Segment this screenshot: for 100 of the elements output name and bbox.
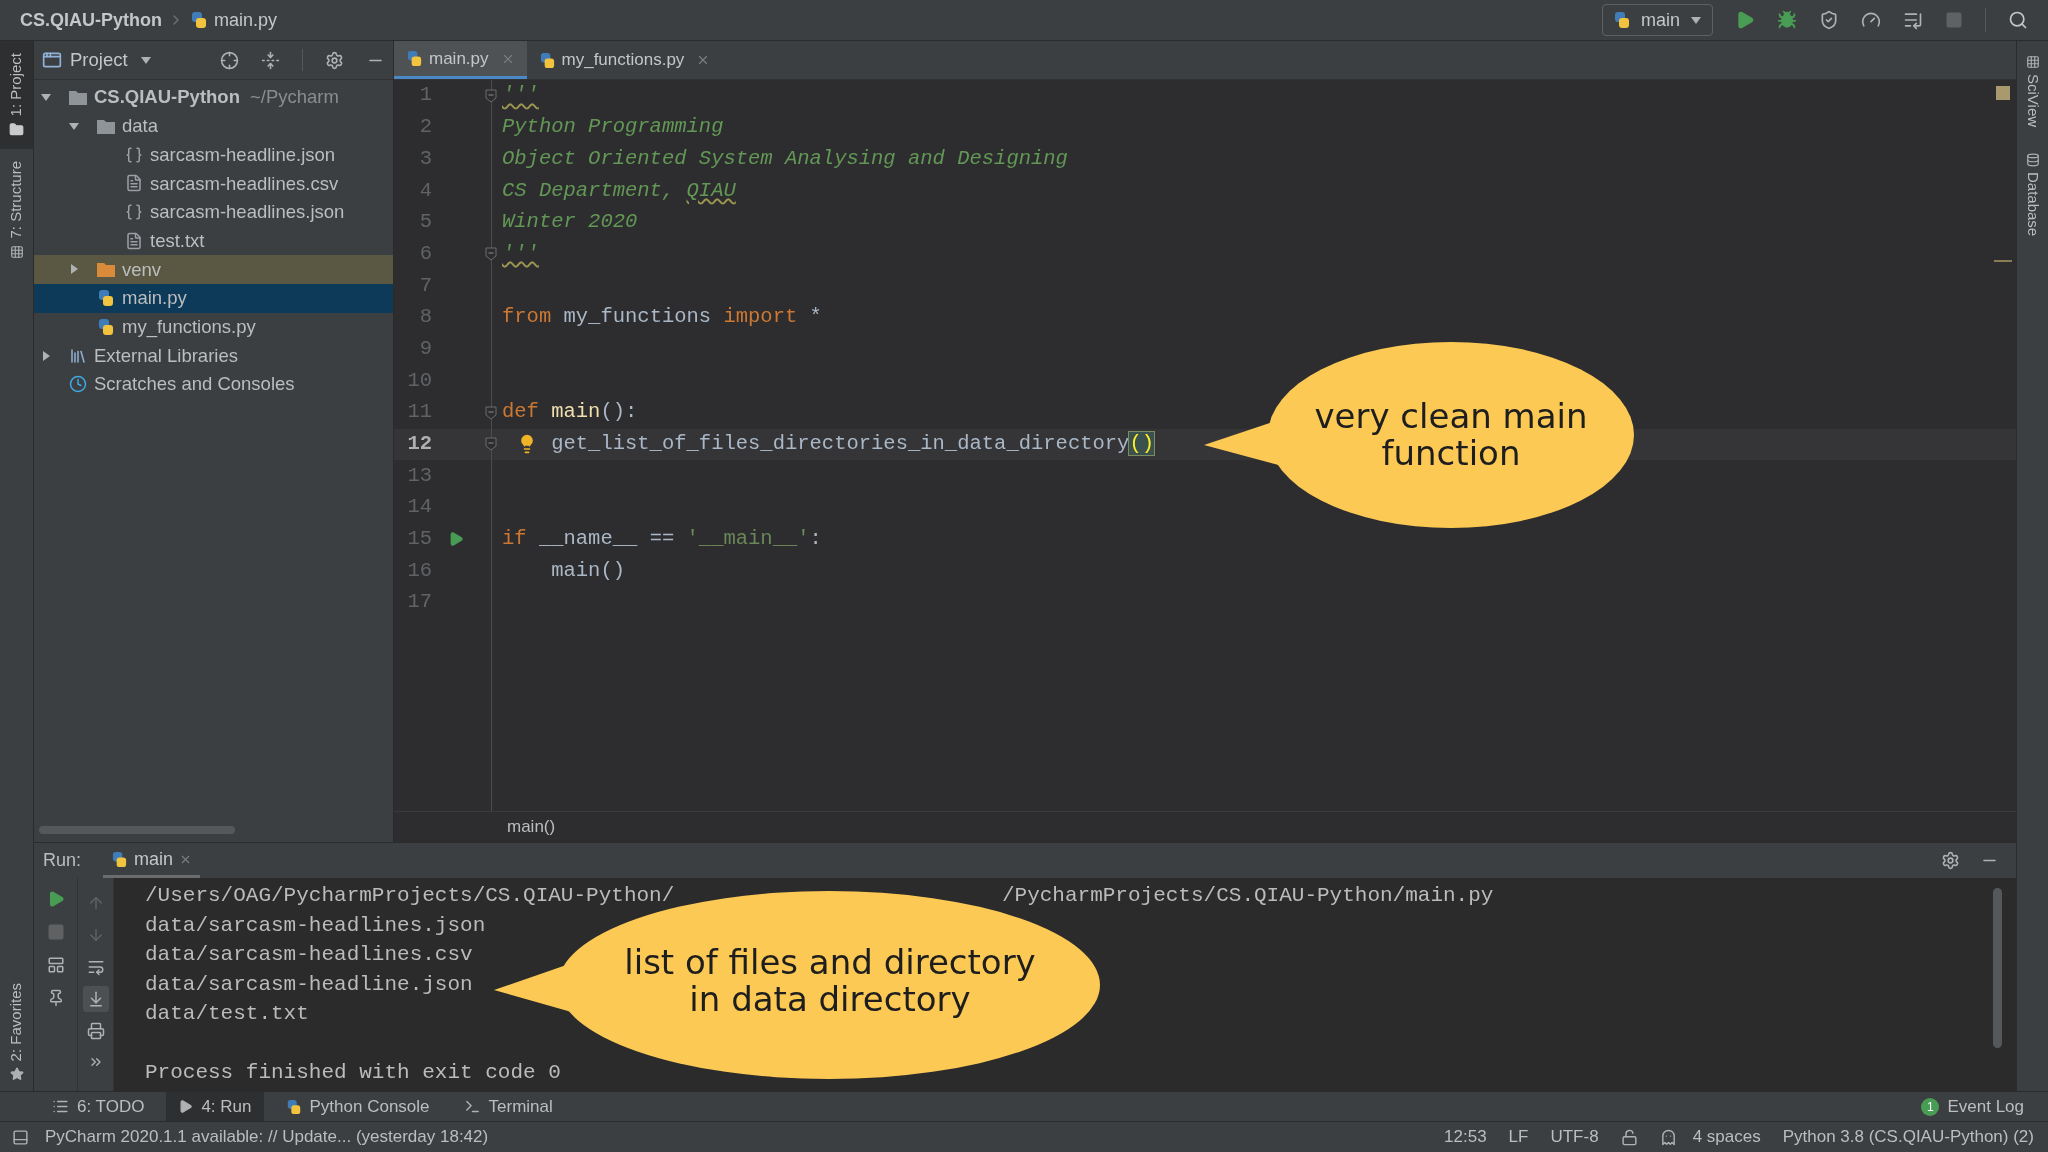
code-line: Object Oriented System Analysing and Designing	[502, 145, 1068, 172]
event-log-tab[interactable]: 1 Event Log	[1921, 1093, 2024, 1120]
tree-item[interactable]: data	[34, 111, 393, 141]
panel-toggle-icon[interactable]	[12, 1128, 29, 1146]
star-icon	[9, 1067, 24, 1081]
code-line: Python Programming	[502, 114, 724, 141]
tree-item[interactable]: main.py	[34, 283, 393, 313]
tool-window-tab[interactable]: 2: Favorites	[0, 972, 33, 1091]
status-message[interactable]: PyCharm 2020.1.1 available: // Update... (yesterday 18:42)	[45, 1124, 489, 1150]
tool-tab[interactable]: Python Console	[273, 1092, 442, 1121]
list-icon	[52, 1098, 69, 1115]
concurrency-icon[interactable]	[1903, 10, 1923, 30]
tool-window-tab[interactable]: 1: Project	[0, 41, 33, 150]
layout-icon[interactable]	[46, 956, 65, 974]
tool-window-tab[interactable]: 7: Structure	[0, 149, 33, 271]
tree-item[interactable]: Scratches and Consoles	[34, 369, 393, 399]
code-line: Winter 2020	[502, 209, 638, 236]
callout-text: very clean main function	[1314, 398, 1588, 472]
python-file-icon	[190, 11, 208, 29]
settings-icon[interactable]	[325, 50, 344, 70]
tool-window-tab[interactable]: SciView	[2021, 55, 2044, 128]
text-file-icon	[125, 174, 143, 193]
expand-arrow-icon[interactable]	[40, 349, 52, 362]
debug-icon[interactable]	[1777, 10, 1797, 30]
folder-icon	[68, 88, 88, 106]
fold-marker-icon[interactable]	[485, 437, 497, 452]
tree-item[interactable]: test.txt	[34, 226, 393, 256]
console-line: /Users/OAG/PycharmProjects/CS.QIAU-Python/	[145, 883, 675, 909]
search-icon[interactable]	[2008, 10, 2028, 30]
code-line: from my_functions import *	[502, 304, 822, 331]
console-line: data/test.txt	[145, 1001, 309, 1027]
python-icon	[285, 1098, 302, 1115]
python-file-icon	[97, 289, 115, 308]
coverage-icon[interactable]	[1819, 10, 1839, 30]
locate-icon[interactable]	[220, 50, 239, 70]
print-icon[interactable]	[86, 1022, 105, 1040]
file-encoding[interactable]: UTF-8	[1550, 1124, 1599, 1150]
caret-icon[interactable]	[1690, 14, 1702, 26]
folder-icon	[9, 122, 24, 138]
tree-item[interactable]: sarcasm-headline.json	[34, 140, 393, 170]
code-line: '''	[502, 82, 539, 109]
fold-marker-icon[interactable]	[485, 88, 497, 103]
breadcrumb-file[interactable]: main.py	[214, 6, 278, 34]
fold-marker-icon[interactable]	[485, 247, 497, 262]
code-line: def main():	[502, 399, 638, 426]
vertical-scrollbar[interactable]	[1993, 888, 2002, 1048]
wrap-icon[interactable]	[86, 958, 105, 976]
editor-tab[interactable]: my_functions.py	[526, 41, 723, 79]
tree-item[interactable]: sarcasm-headlines.csv	[34, 169, 393, 198]
libraries-icon	[69, 346, 87, 365]
code-editor[interactable]	[394, 80, 2016, 811]
unlocked-icon[interactable]	[1620, 1128, 1638, 1146]
run-icon[interactable]	[448, 531, 464, 548]
json-file-icon	[125, 145, 143, 164]
run-configuration-dropdown[interactable]: main	[1602, 4, 1713, 36]
callout-text: list of files and directory in data directory	[624, 944, 1036, 1018]
notification-count: 1	[1921, 1097, 1940, 1116]
folder-icon	[96, 260, 116, 278]
fold-marker-icon[interactable]	[485, 405, 497, 420]
structure-icon	[9, 244, 24, 259]
settings-icon[interactable]	[1941, 851, 1960, 870]
collapse-all-icon[interactable]	[261, 50, 280, 70]
database-icon	[2025, 153, 2040, 168]
run-panel-label: Run:	[43, 849, 82, 872]
editor-breadcrumb[interactable]: main()	[507, 814, 556, 840]
line-number: 12	[406, 431, 432, 458]
interpreter-setting[interactable]: Python 3.8 (CS.QIAU-Python) (2)	[1782, 1124, 2034, 1150]
grid-icon	[2025, 55, 2040, 69]
text-file-icon	[125, 231, 143, 250]
profiler-icon[interactable]	[1861, 10, 1881, 30]
python-icon	[111, 850, 129, 868]
console-line: /PycharmProjects/CS.QIAU-Python/main.py	[1001, 883, 1494, 909]
console-line: data/sarcasm-headlines.csv	[145, 942, 473, 968]
console-line: data/sarcasm-headline.json	[145, 971, 473, 998]
code-line: CS Department, QIAU	[502, 177, 736, 204]
tree-item[interactable]: sarcasm-headlines.json	[34, 197, 393, 227]
tree-item[interactable]: venv	[34, 255, 393, 284]
folder-icon	[96, 117, 116, 135]
editor-tab[interactable]: main.py	[394, 41, 527, 79]
run-icon[interactable]	[1735, 10, 1755, 30]
tree-item[interactable]: External Libraries	[34, 341, 393, 370]
tool-tab[interactable]: 4: Run	[166, 1092, 264, 1121]
tool-window-tab[interactable]: Database	[2021, 153, 2044, 237]
code-line: if __name__ == '__main__':	[502, 526, 822, 553]
python-file-icon	[406, 50, 423, 67]
horizontal-scrollbar[interactable]	[39, 826, 235, 834]
line-separator[interactable]: LF	[1508, 1124, 1529, 1150]
tool-tab[interactable]: Terminal	[451, 1092, 565, 1121]
tree-item[interactable]: my_functions.py	[34, 312, 393, 342]
scratches-icon	[69, 375, 87, 394]
tool-tab[interactable]: 6: TODO	[40, 1092, 157, 1121]
caret-position[interactable]: 12:53	[1444, 1124, 1487, 1150]
code-line: main()	[551, 557, 625, 584]
python-file-icon	[538, 51, 556, 69]
indent-setting[interactable]: 4 spaces	[1692, 1124, 1761, 1150]
tree-item[interactable]: CS.QIAU-Python ~/Pycharm	[34, 83, 393, 112]
expand-arrow-icon[interactable]	[68, 263, 80, 276]
breadcrumb-project[interactable]: CS.QIAU-Python	[20, 6, 162, 34]
caret-icon[interactable]	[139, 54, 152, 66]
project-view-dropdown[interactable]: Project	[70, 46, 152, 74]
